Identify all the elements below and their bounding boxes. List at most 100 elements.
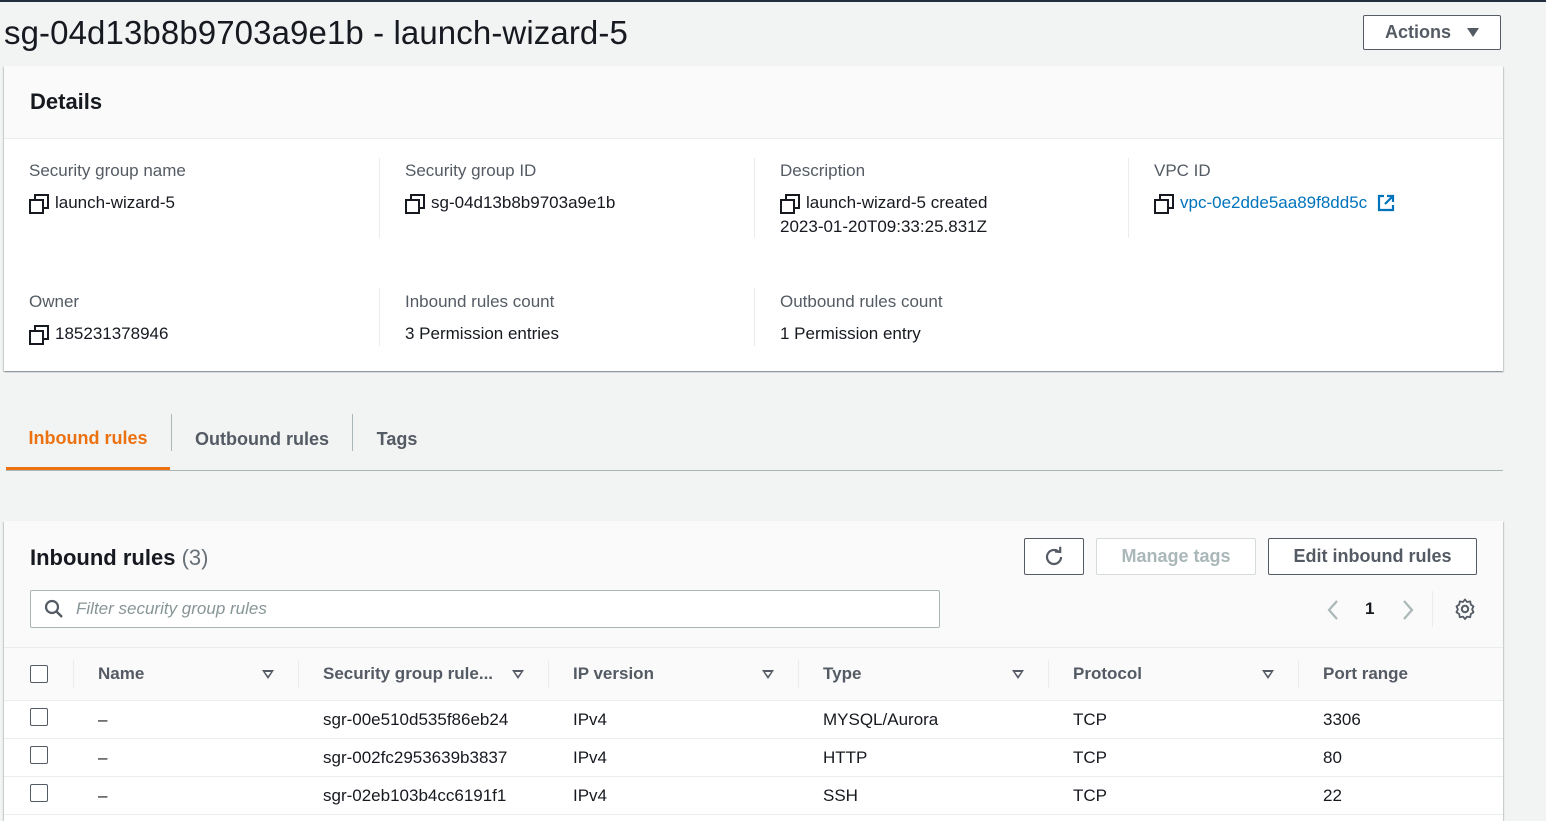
chevron-right-icon[interactable]	[1401, 599, 1415, 621]
copy-icon[interactable]	[405, 194, 425, 214]
description-line1: launch-wizard-5 created	[806, 193, 988, 212]
description-line2: 2023-01-20T09:33:25.831Z	[780, 217, 987, 236]
column-divider	[754, 158, 755, 238]
inbound-rules-table: Name Security group rule... IP version T…	[4, 647, 1503, 815]
tab-bar: Inbound rules Outbound rules Tags	[6, 410, 1503, 471]
row-checkbox[interactable]	[30, 784, 48, 802]
actions-button[interactable]: Actions	[1363, 15, 1501, 50]
inbound-count-value: 3 Permission entries	[405, 324, 560, 343]
tab-tags[interactable]: Tags	[353, 410, 441, 468]
vpc-id-label: VPC ID	[1154, 161, 1211, 180]
description-label: Description	[780, 161, 866, 180]
table-row[interactable]: – sgr-002fc2953639b3837 IPv4 HTTP TCP 80	[4, 738, 1503, 777]
column-label: Name	[98, 664, 145, 683]
vpc-id-link[interactable]: vpc-0e2dde5aa89f8dd5c	[1180, 191, 1367, 215]
column-header-ip-version[interactable]: IP version	[548, 647, 798, 701]
cell-rule-id: sgr-002fc2953639b3837	[298, 738, 548, 777]
cell-protocol: TCP	[1048, 776, 1298, 815]
cell-rule-id: sgr-02eb103b4cc6191f1	[298, 776, 548, 815]
column-header-protocol[interactable]: Protocol	[1048, 647, 1298, 701]
inbound-rules-panel: Inbound rules (3) Manage tags Edit inbou…	[4, 521, 1503, 821]
column-header-type[interactable]: Type	[798, 647, 1048, 701]
table-header-row: Name Security group rule... IP version T…	[4, 647, 1503, 701]
cell-ip-version: IPv4	[548, 738, 798, 777]
cell-name: –	[73, 700, 298, 739]
copy-icon[interactable]	[29, 325, 49, 345]
column-label: IP version	[573, 664, 654, 683]
owner-field: Owner 185231378946	[29, 292, 168, 346]
cell-type: HTTP	[798, 738, 1048, 777]
inbound-rules-title: Inbound rules (3)	[30, 545, 208, 571]
description-field: Description launch-wizard-5 created 2023…	[780, 161, 987, 239]
sg-id-value: sg-04d13b8b9703a9e1b	[431, 193, 616, 212]
cell-ip-version: IPv4	[548, 776, 798, 815]
cell-type: SSH	[798, 776, 1048, 815]
column-divider	[379, 158, 380, 238]
cell-protocol: TCP	[1048, 700, 1298, 739]
gear-icon[interactable]	[1454, 598, 1476, 620]
inbound-count-field: Inbound rules count 3 Permission entries	[405, 292, 559, 346]
page-title: sg-04d13b8b9703a9e1b - launch-wizard-5	[4, 14, 628, 51]
select-all-checkbox[interactable]	[30, 665, 48, 683]
search-icon	[44, 599, 63, 618]
row-checkbox[interactable]	[30, 708, 48, 726]
filter-search-box[interactable]	[30, 590, 940, 628]
manage-tags-button[interactable]: Manage tags	[1096, 538, 1256, 575]
inbound-count-label: Inbound rules count	[405, 292, 555, 311]
caret-down-icon	[1467, 28, 1479, 37]
column-header-port-range[interactable]: Port range	[1298, 647, 1503, 701]
top-border	[0, 0, 1546, 2]
column-header-name[interactable]: Name	[73, 647, 298, 701]
actions-label: Actions	[1384, 22, 1451, 42]
vpc-id-field: VPC ID vpc-0e2dde5aa89f8dd5c	[1154, 161, 1395, 215]
outbound-count-label: Outbound rules count	[780, 292, 943, 311]
sort-icon[interactable]	[1262, 669, 1274, 679]
cell-port-range: 22	[1298, 776, 1503, 815]
sort-icon[interactable]	[512, 669, 524, 679]
column-header-rule-id[interactable]: Security group rule...	[298, 647, 548, 701]
cell-name: –	[73, 738, 298, 777]
pager-divider	[1432, 591, 1433, 627]
sg-id-label: Security group ID	[405, 161, 537, 180]
row-checkbox[interactable]	[30, 746, 48, 764]
filter-search-input[interactable]	[74, 598, 918, 620]
owner-value: 185231378946	[55, 324, 169, 343]
sg-name-label: Security group name	[29, 161, 186, 180]
cell-port-range: 3306	[1298, 700, 1503, 739]
sg-name-value: launch-wizard-5	[55, 193, 175, 212]
chevron-left-icon[interactable]	[1326, 599, 1340, 621]
outbound-count-value: 1 Permission entry	[780, 324, 921, 343]
column-divider	[754, 288, 755, 346]
inbound-rules-count: (3)	[181, 545, 209, 570]
sort-icon[interactable]	[1012, 669, 1024, 679]
sort-icon[interactable]	[262, 669, 274, 679]
cell-ip-version: IPv4	[548, 700, 798, 739]
sg-name-field: Security group name launch-wizard-5	[29, 161, 186, 215]
table-row[interactable]: – sgr-02eb103b4cc6191f1 IPv4 SSH TCP 22	[4, 776, 1503, 815]
sort-icon[interactable]	[762, 669, 774, 679]
owner-label: Owner	[29, 292, 80, 311]
cell-rule-id: sgr-00e510d535f86eb24	[298, 700, 548, 739]
edit-inbound-rules-button[interactable]: Edit inbound rules	[1268, 538, 1477, 575]
details-heading: Details	[30, 89, 103, 114]
refresh-icon	[1045, 546, 1063, 565]
cell-port-range: 80	[1298, 738, 1503, 777]
copy-icon[interactable]	[780, 194, 800, 214]
external-link-icon[interactable]	[1377, 194, 1395, 212]
tab-inbound-rules[interactable]: Inbound rules	[6, 410, 170, 470]
refresh-button[interactable]	[1024, 538, 1084, 575]
cell-name: –	[73, 776, 298, 815]
inbound-rules-title-text: Inbound rules	[30, 545, 176, 570]
copy-icon[interactable]	[29, 194, 49, 214]
current-page-number[interactable]: 1	[1365, 599, 1374, 619]
cell-protocol: TCP	[1048, 738, 1298, 777]
copy-icon[interactable]	[1154, 194, 1174, 214]
tab-outbound-rules[interactable]: Outbound rules	[172, 410, 352, 468]
select-all-header	[4, 647, 73, 701]
table-row[interactable]: – sgr-00e510d535f86eb24 IPv4 MYSQL/Auror…	[4, 700, 1503, 739]
column-label: Security group rule...	[323, 664, 494, 683]
column-divider	[379, 288, 380, 346]
sg-id-field: Security group ID sg-04d13b8b9703a9e1b	[405, 161, 615, 215]
column-label: Type	[823, 664, 862, 683]
cell-type: MYSQL/Aurora	[798, 700, 1048, 739]
